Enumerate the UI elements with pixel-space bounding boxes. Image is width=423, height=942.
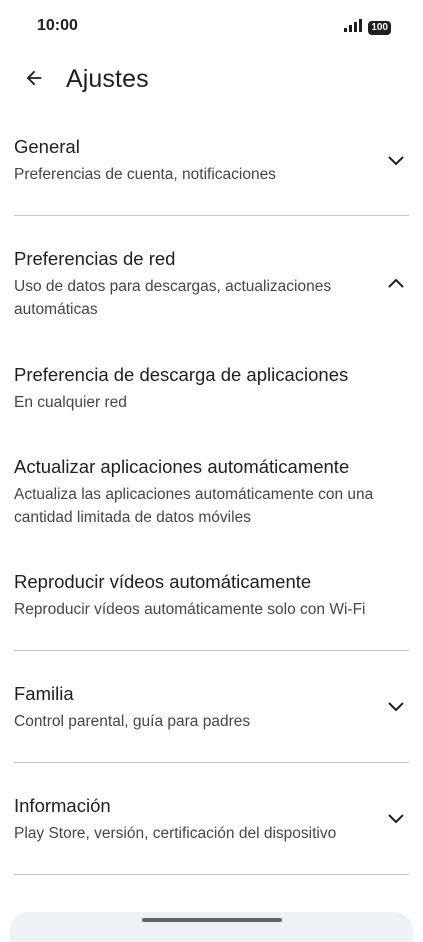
settings-item-title: Familia: [14, 683, 74, 704]
divider: [14, 215, 409, 216]
gesture-handle[interactable]: [142, 918, 282, 922]
settings-item-subtitle: Actualiza las aplicaciones automáticamen…: [14, 486, 374, 526]
settings-subitem-autoplay-videos[interactable]: Reproducir vídeos automáticamente Reprod…: [14, 570, 408, 621]
page-title: Ajustes: [66, 65, 149, 93]
settings-item-title: Reproducir vídeos automáticamente: [14, 571, 312, 592]
signal-icon: [344, 19, 363, 37]
settings-item-subtitle: Play Store, versión, certificación del d…: [14, 825, 337, 842]
settings-item-subtitle: Reproducir vídeos automáticamente solo c…: [14, 601, 366, 618]
status-icons: 100: [344, 19, 391, 37]
divider: [14, 650, 409, 651]
settings-item-title: General: [14, 136, 80, 157]
settings-item-title: Preferencia de descarga de aplicaciones: [14, 364, 349, 385]
settings-subitem-download-preference[interactable]: Preferencia de descarga de aplicaciones …: [14, 363, 408, 414]
app-bar: Ajustes: [0, 56, 423, 104]
battery-icon: 100: [368, 21, 391, 35]
chevron-up-icon[interactable]: [384, 272, 408, 296]
settings-item-title: Actualizar aplicaciones automáticamente: [14, 456, 350, 477]
settings-item-subtitle: En cualquier red: [14, 394, 127, 411]
divider: [14, 874, 409, 875]
settings-item-title: Preferencias de red: [14, 248, 176, 269]
divider: [14, 762, 409, 763]
settings-item-subtitle: Uso de datos para descargas, actualizaci…: [14, 278, 332, 318]
arrow-back-icon: [23, 67, 45, 94]
chevron-down-icon[interactable]: [384, 806, 408, 830]
status-time: 10:00: [37, 17, 78, 34]
back-button[interactable]: [16, 62, 52, 98]
settings-item-general[interactable]: General Preferencias de cuenta, notifica…: [14, 135, 408, 186]
settings-item-information[interactable]: Información Play Store, versión, certifi…: [14, 794, 408, 845]
settings-subitem-auto-update[interactable]: Actualizar aplicaciones automáticamente …: [14, 455, 408, 529]
navigation-bar: [10, 912, 413, 942]
chevron-down-icon[interactable]: [384, 148, 408, 172]
chevron-down-icon[interactable]: [384, 694, 408, 718]
settings-item-subtitle: Control parental, guía para padres: [14, 713, 251, 730]
status-bar: 10:00 100: [0, 0, 423, 56]
settings-item-network[interactable]: Preferencias de red Uso de datos para de…: [14, 247, 408, 321]
settings-item-title: Información: [14, 795, 111, 816]
settings-item-subtitle: Preferencias de cuenta, notificaciones: [14, 166, 276, 183]
settings-item-family[interactable]: Familia Control parental, guía para padr…: [14, 682, 408, 733]
